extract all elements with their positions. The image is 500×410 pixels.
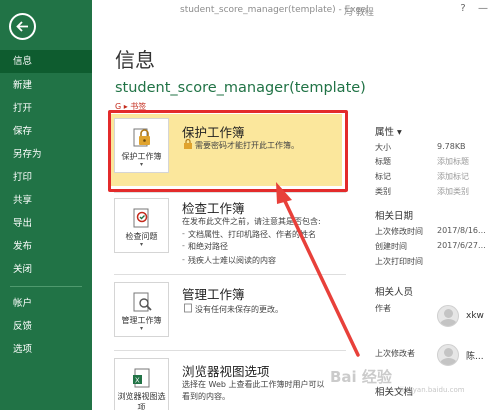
- watermark-url: jingyan.baidu.com: [400, 386, 465, 394]
- watermark-logo: Bai 经验: [330, 368, 392, 386]
- annotation-arrow-icon: [276, 182, 360, 357]
